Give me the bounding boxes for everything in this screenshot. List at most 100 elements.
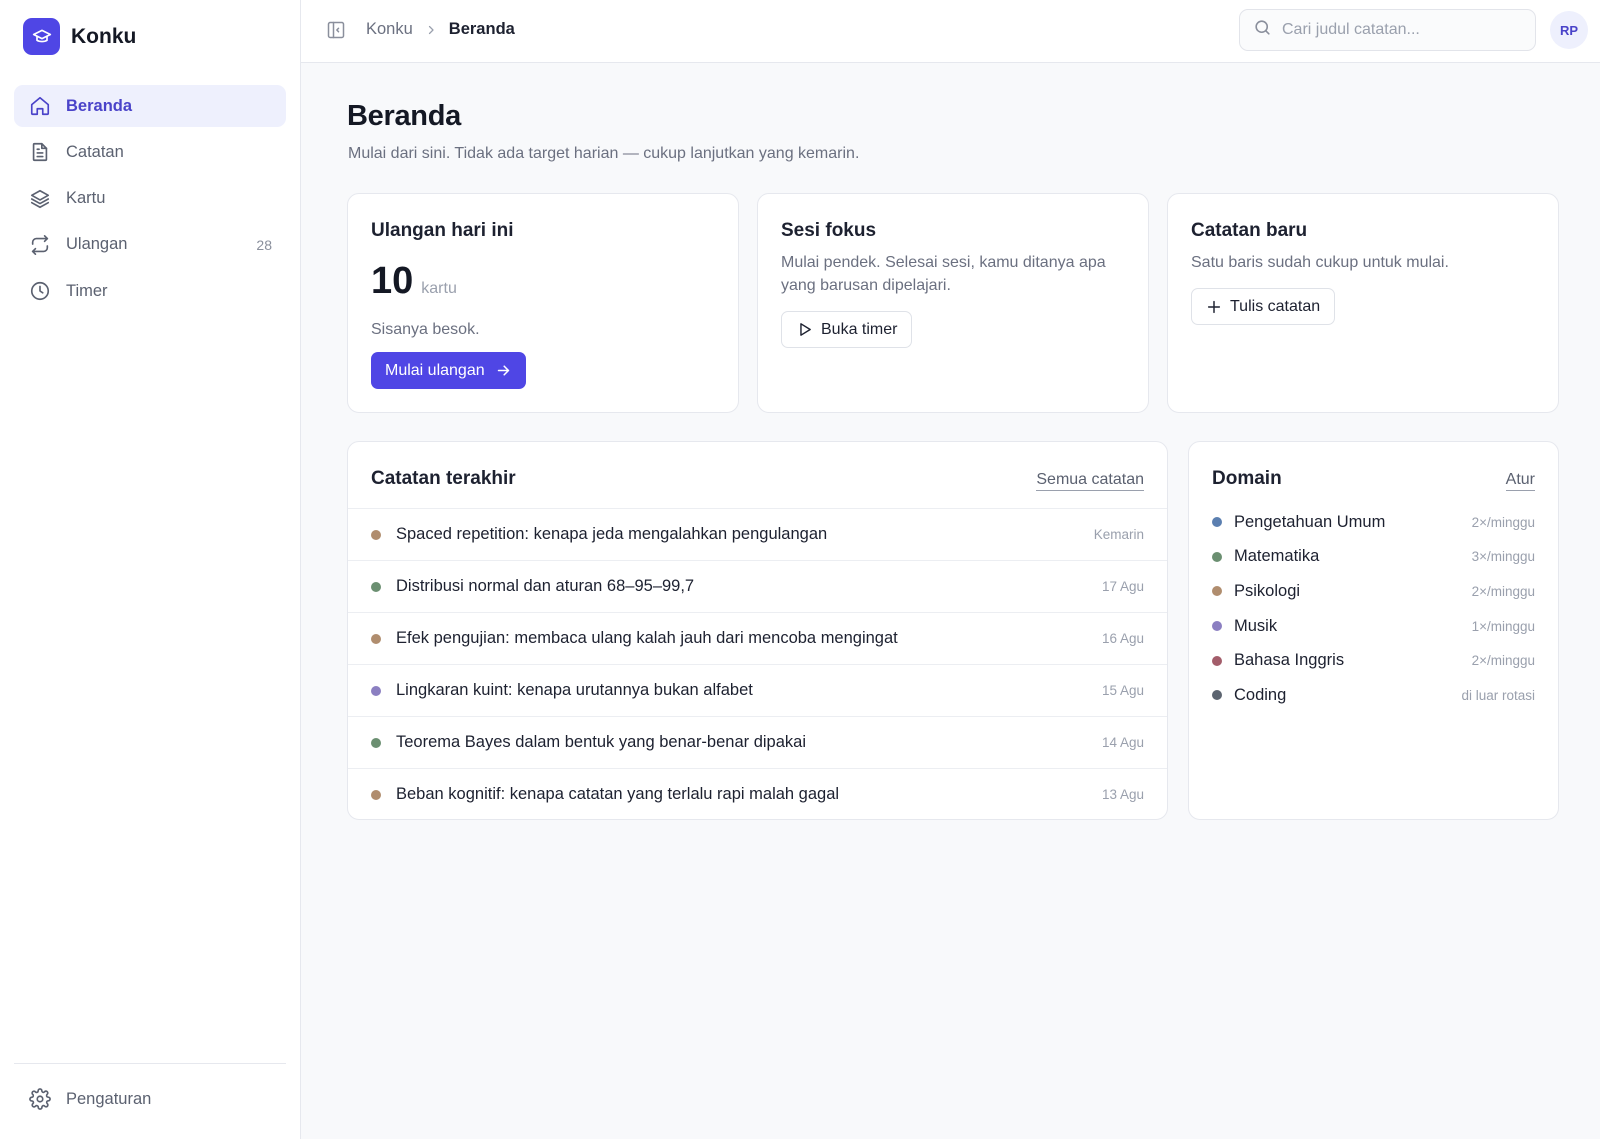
- domain-dot: [1212, 551, 1222, 562]
- domain-row[interactable]: Matematika 3×/minggu: [1212, 540, 1535, 575]
- new-note-card-title: Catatan baru: [1191, 220, 1308, 241]
- note-row[interactable]: Distribusi normal dan aturan 68–95–99,7 1…: [348, 560, 1167, 612]
- domain-dot: [371, 529, 381, 540]
- note-row[interactable]: Teorema Bayes dalam bentuk yang benar-be…: [348, 716, 1167, 768]
- domain-row[interactable]: Psikologi 2×/minggu: [1212, 574, 1535, 609]
- review-card: Ulangan hari ini 10 kartu Sisanya besok.…: [347, 193, 739, 413]
- domain-dot: [371, 633, 381, 644]
- note-title: Efek pengujian: membaca ulang kalah jauh…: [396, 629, 898, 647]
- repeat-icon: [28, 233, 52, 257]
- domain-name: Pengetahuan Umum: [1234, 512, 1386, 531]
- domain-title: Domain: [1212, 468, 1282, 489]
- sidebar-item-label: Beranda: [66, 96, 133, 115]
- note-date: 14 Agu: [1101, 735, 1144, 750]
- sidebar-item-catatan[interactable]: Catatan: [14, 131, 286, 173]
- note-title: Distribusi normal dan aturan 68–95–99,7: [396, 577, 695, 595]
- domain-row[interactable]: Bahasa Inggris 2×/minggu: [1212, 643, 1535, 678]
- domain-dot: [371, 581, 381, 592]
- sidebar-item-pengaturan[interactable]: Pengaturan: [14, 1078, 286, 1120]
- plus-icon: [1206, 299, 1222, 315]
- search-input[interactable]: [1282, 21, 1522, 39]
- open-timer-button[interactable]: Buka timer: [781, 311, 913, 348]
- note-date: Kemarin: [1093, 527, 1144, 542]
- manage-domains-link[interactable]: Atur: [1505, 471, 1535, 491]
- note-title: Spaced repetition: kenapa jeda mengalahk…: [396, 525, 828, 543]
- note-title: Lingkaran kuint: kenapa urutannya bukan …: [396, 681, 753, 699]
- note-row[interactable]: Beban kognitif: kenapa catatan yang terl…: [348, 768, 1167, 820]
- page-subtitle: Mulai dari sini. Tidak ada target harian…: [348, 145, 860, 162]
- review-count-value: 10: [371, 260, 414, 302]
- sidebar-item-kartu[interactable]: Kartu: [14, 178, 286, 220]
- domain-list: Pengetahuan Umum 2×/minggu Matematika 3×/mi…: [1212, 505, 1535, 713]
- sidebar-item-label: Timer: [66, 281, 108, 300]
- document-icon: [28, 140, 52, 164]
- arrow-right-icon: [495, 362, 512, 379]
- start-review-button[interactable]: Mulai ulangan: [371, 352, 526, 389]
- start-review-label: Mulai ulangan: [385, 361, 485, 379]
- review-count-unit: kartu: [421, 280, 457, 297]
- domain-dot: [1212, 517, 1222, 528]
- sidebar-divider: [14, 1063, 286, 1064]
- review-note: Sisanya besok.: [371, 321, 480, 338]
- play-icon: [796, 321, 813, 338]
- recent-notes-panel: Catatan terakhir Semua catatan Spaced re…: [347, 441, 1168, 820]
- domain-dot: [371, 789, 381, 800]
- note-row[interactable]: Spaced repetition: kenapa jeda mengalahk…: [348, 508, 1167, 560]
- domain-frequency: 3×/minggu: [1471, 549, 1535, 565]
- sidebar-item-ulangan[interactable]: Ulangan 28: [14, 224, 286, 266]
- sidebar-item-label: Pengaturan: [66, 1089, 152, 1108]
- sidebar-item-timer[interactable]: Timer: [14, 270, 286, 312]
- domain-dot: [1212, 690, 1222, 701]
- note-row[interactable]: Efek pengujian: membaca ulang kalah jauh…: [348, 612, 1167, 664]
- sidebar-toggle-icon[interactable]: [326, 20, 348, 42]
- open-timer-label: Buka timer: [821, 320, 898, 338]
- review-card-title: Ulangan hari ini: [371, 220, 514, 241]
- new-note-card: Catatan baru Satu baris sudah cukup untu…: [1167, 193, 1559, 413]
- note-date: 16 Agu: [1101, 631, 1144, 646]
- sidebar: Konku Beranda Catatan Kartu Ulangan 28 T…: [0, 0, 301, 1139]
- domain-name: Matematika: [1234, 547, 1320, 566]
- home-icon: [28, 94, 52, 118]
- domain-dot: [371, 737, 381, 748]
- domain-panel: Domain Atur Pengetahuan Umum 2×/minggu Mat…: [1188, 441, 1559, 820]
- domain-name: Musik: [1234, 616, 1278, 635]
- domain-name: Coding: [1234, 685, 1287, 704]
- search-icon: [1253, 18, 1272, 42]
- focus-card-title: Sesi fokus: [781, 220, 877, 241]
- domain-name: Psikologi: [1234, 581, 1301, 600]
- note-date: 13 Agu: [1101, 787, 1144, 802]
- note-row[interactable]: Lingkaran kuint: kenapa urutannya bukan …: [348, 664, 1167, 716]
- write-note-button[interactable]: Tulis catatan: [1191, 288, 1336, 325]
- sidebar-item-beranda[interactable]: Beranda: [14, 85, 286, 127]
- domain-name: Bahasa Inggris: [1234, 651, 1345, 670]
- domain-row[interactable]: Coding di luar rotasi: [1212, 678, 1535, 713]
- domain-frequency: di luar rotasi: [1461, 687, 1535, 703]
- domain-dot: [1212, 655, 1222, 666]
- sidebar-item-label: Ulangan: [66, 235, 128, 254]
- domain-dot: [371, 685, 381, 696]
- gear-icon: [28, 1087, 52, 1111]
- avatar[interactable]: RP: [1550, 11, 1588, 49]
- domain-row[interactable]: Musik 1×/minggu: [1212, 609, 1535, 644]
- note-date: 15 Agu: [1101, 683, 1144, 698]
- domain-row[interactable]: Pengetahuan Umum 2×/minggu: [1212, 505, 1535, 540]
- breadcrumb-current: Beranda: [448, 20, 515, 38]
- clock-icon: [28, 279, 52, 303]
- focus-card-desc: Mulai pendek. Selesai sesi, kamu ditanya…: [781, 254, 1106, 294]
- review-count: 10 kartu: [371, 260, 457, 303]
- page-title: Beranda: [347, 100, 461, 132]
- topbar: Konku Beranda RP: [301, 0, 1600, 63]
- breadcrumb: Konku Beranda: [366, 20, 515, 39]
- note-date: 17 Agu: [1101, 579, 1144, 594]
- brand[interactable]: Konku: [23, 18, 136, 55]
- all-notes-link[interactable]: Semua catatan: [1036, 471, 1144, 491]
- domain-frequency: 1×/minggu: [1471, 618, 1535, 634]
- recent-notes-list: Spaced repetition: kenapa jeda mengalahk…: [348, 508, 1167, 820]
- sidebar-item-label: Kartu: [66, 189, 106, 208]
- domain-frequency: 2×/minggu: [1471, 583, 1535, 599]
- chevron-right-icon: [425, 24, 437, 36]
- focus-card: Sesi fokus Mulai pendek. Selesai sesi, k…: [757, 193, 1149, 413]
- breadcrumb-root[interactable]: Konku: [366, 20, 413, 39]
- domain-frequency: 2×/minggu: [1471, 653, 1535, 669]
- sidebar-item-label: Catatan: [66, 142, 124, 161]
